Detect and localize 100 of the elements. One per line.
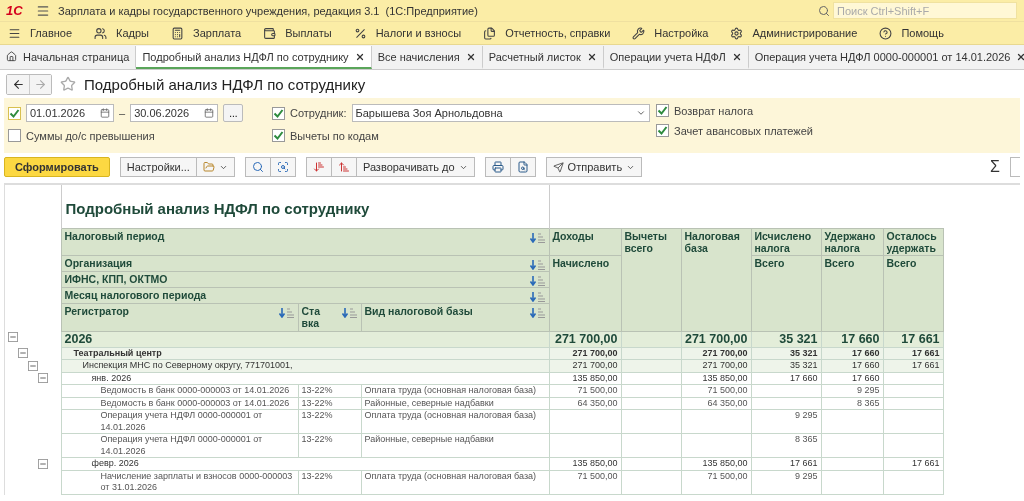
period-button[interactable]: ... [223,104,244,122]
close-icon[interactable] [354,51,365,62]
checkbox-label: Возврат налога [674,104,754,117]
column-header: Вид налоговой базы [361,303,549,331]
checkbox[interactable] [656,104,669,117]
collapse-icon[interactable] [28,360,38,371]
preview-button[interactable] [510,157,536,177]
table-cell: Операция учета НДФЛ 0000-000001 от 14.01.2026 [61,433,298,458]
collapse-icon[interactable] [18,348,28,358]
search-button[interactable] [244,157,271,177]
menu-item[interactable]: Выплаты [255,22,346,44]
menu-item[interactable]: Главное [0,22,87,44]
window-title: Зарплата и кадры государственного учреждения, редакция 3.1 (1С:Предприятие) [58,4,479,17]
column-header: Всего [821,255,883,331]
search-next-button[interactable] [270,157,296,177]
column-header: Налоговый период [61,228,549,255]
checkbox-label: Вычеты по кодам [290,129,379,142]
menu-item[interactable]: Помощь [871,22,958,44]
checkbox[interactable] [8,129,21,142]
table-cell: Начисление зарплаты и взносов 0000-000003 от 31.01.2026 [61,470,298,494]
checkbox[interactable] [272,129,285,142]
calendar-icon[interactable] [100,108,110,118]
collapse-icon[interactable] [38,373,48,383]
search-field[interactable]: Поиск Ctrl+Shift+F [833,2,1017,19]
sort-down-icon [312,161,325,173]
sort-up-button[interactable] [331,157,357,177]
back-button[interactable] [7,74,29,94]
table-cell: Оплата труда (основная налоговая база) [361,470,549,494]
sort-icon[interactable] [529,232,546,243]
menu-icon[interactable] [36,3,50,18]
checkbox-label: Суммы до/с превышения [26,129,155,142]
people-icon [94,26,108,40]
column-header: Осталось удержать [883,228,944,255]
percent-icon [353,26,367,40]
generate-button[interactable]: Сформировать [4,157,110,177]
menu-item[interactable]: Администрирование [722,22,872,44]
date-field[interactable]: 30.06.2026 [130,104,219,122]
close-icon[interactable] [586,51,597,62]
home-icon [6,51,17,62]
form-title: Подробный анализ НДФЛ по сотруднику [84,75,366,93]
column-header: Начислено [549,255,621,331]
calendar-icon[interactable] [204,108,215,118]
app-logo: 1С [6,3,24,18]
sort-down-button[interactable] [305,157,332,177]
menu-item[interactable]: Отчетность, справки [475,22,625,44]
sort-icon[interactable] [529,307,546,318]
sort-icon[interactable] [341,307,358,318]
close-icon[interactable] [731,51,742,62]
column-header: Регистратор [61,303,298,331]
close-icon[interactable] [465,51,476,62]
menu-item[interactable]: Кадры [86,22,163,44]
column-header: Всего [883,255,944,331]
sort-icon[interactable] [529,291,546,302]
tab[interactable]: Подробный анализ НДФЛ по сотруднику [136,46,372,69]
folder-icon [202,161,215,173]
column-header: Всего [751,255,821,331]
documents-icon [483,26,497,40]
period-checkbox[interactable] [8,106,21,120]
close-icon[interactable] [1016,51,1024,62]
employee-label: Сотрудник: [290,107,347,119]
search-icon [251,161,264,173]
menu-icon [8,26,21,40]
column-header: Ставка [298,303,361,331]
input-field[interactable] [1010,157,1020,177]
sum-button[interactable]: Σ [990,158,1000,176]
print-button[interactable] [484,157,511,177]
menu-item[interactable]: Настройка [624,22,723,44]
help-icon [879,26,893,40]
date-field[interactable]: 01.01.2026 [26,104,114,122]
column-header: Исчислено налога [751,228,821,255]
arrow-left-icon [11,77,25,91]
calculator-icon [171,26,184,40]
collapse-icon[interactable] [38,458,48,469]
employee-checkbox[interactable] [272,106,285,120]
column-header: Удержано налога [821,228,883,255]
column-header: Вычеты всего [621,228,681,331]
table-cell: Операция учета НДФЛ 0000-000001 от 14.01.2026 [61,409,298,434]
wrench-icon [632,26,646,40]
wallet-icon [263,26,277,40]
checkbox[interactable] [656,124,669,137]
column-header: Доходы [549,228,621,255]
collapse-icon[interactable] [8,332,18,342]
sort-icon[interactable] [529,275,546,286]
checkbox-label: Зачет авансовых платежей [674,124,813,137]
sort-icon[interactable] [529,259,546,270]
settings-button[interactable]: Настройки... [119,157,197,177]
sort-up-icon [337,161,350,173]
send-icon [552,161,564,173]
menu-item[interactable]: Зарплата [163,22,256,44]
table-cell: Оплата труда (основная налоговая база) [361,409,549,434]
send-button[interactable]: Отправить [545,157,643,177]
employee-field[interactable]: Барышева Зоя Арнольдовна [351,104,650,122]
menu-item[interactable]: Налоги и взносы [345,22,476,44]
star-icon[interactable] [60,76,76,92]
sort-icon[interactable] [278,307,295,318]
search-icon [818,4,830,17]
printer-icon [491,161,504,173]
column-header: Налоговая база [681,228,751,331]
expand-dropdown[interactable]: Разворачивать до [356,157,475,177]
dropdown-icon[interactable] [635,108,646,118]
